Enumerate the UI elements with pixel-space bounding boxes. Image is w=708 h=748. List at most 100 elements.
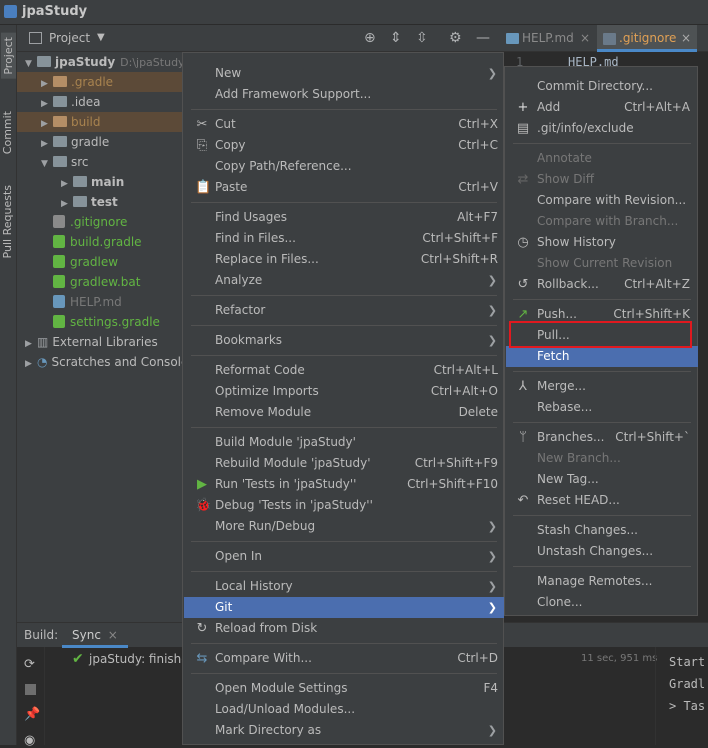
menu-item-open-in[interactable]: Open In ❯: [184, 546, 504, 567]
menu-item-load-unload-modules[interactable]: Load/Unload Modules...: [184, 699, 504, 720]
chevron-right-icon[interactable]: ▶: [41, 74, 53, 94]
menu-item-open-module-settings[interactable]: Open Module Settings F4: [184, 678, 504, 699]
project-tool-button[interactable]: Project: [1, 33, 16, 79]
menu-item-local-history[interactable]: Local History ❯: [184, 576, 504, 597]
menu-item-cut[interactable]: ✂ Cut Ctrl+X: [184, 114, 504, 135]
menu-item-more-run-debug[interactable]: More Run/Debug ❯: [184, 516, 504, 537]
tree-item[interactable]: gradlew.bat: [17, 272, 182, 292]
chevron-right-icon[interactable]: ▶: [41, 134, 53, 154]
menu-item-build-module-jpastudy[interactable]: Build Module 'jpaStudy': [184, 432, 504, 453]
git-menu-item-git-info-exclude[interactable]: ▤ .git/info/exclude: [506, 118, 698, 139]
menu-item-mark-directory-as[interactable]: Mark Directory as ❯: [184, 720, 504, 741]
git-menu-item-new-branch[interactable]: New Branch...: [506, 448, 698, 469]
git-menu-item-merge[interactable]: ⅄ Merge...: [506, 376, 698, 397]
chevron-right-icon[interactable]: ▶: [61, 174, 73, 194]
git-menu-item-rollback[interactable]: ↺ Rollback... Ctrl+Alt+Z: [506, 274, 698, 295]
menu-item-find-in-files[interactable]: Find in Files... Ctrl+Shift+F: [184, 228, 504, 249]
menu-item-bookmarks[interactable]: Bookmarks ❯: [184, 330, 504, 351]
menu-item-optimize-imports[interactable]: Optimize Imports Ctrl+Alt+O: [184, 381, 504, 402]
tree-item[interactable]: ▼ jpaStudy D:\jpaStudy: [17, 52, 185, 74]
menu-item-analyze[interactable]: Analyze ❯: [184, 270, 504, 291]
menu-item-refactor[interactable]: Refactor ❯: [184, 300, 504, 321]
menu-item-paste[interactable]: 📋 Paste Ctrl+V: [184, 177, 504, 198]
close-icon[interactable]: ×: [580, 25, 590, 52]
git-menu-item-manage-remotes[interactable]: Manage Remotes...: [506, 571, 698, 592]
build-console[interactable]: Start Gradl > Tas: [669, 651, 705, 717]
git-menu-item-new-tag[interactable]: New Tag...: [506, 469, 698, 490]
menu-item-git[interactable]: Git ❯: [184, 597, 504, 618]
menu-item-reformat-code[interactable]: Reformat Code Ctrl+Alt+L: [184, 360, 504, 381]
expand-all-icon[interactable]: ⇕: [390, 30, 402, 46]
git-menu-item-add[interactable]: + Add Ctrl+Alt+A: [506, 97, 698, 118]
menu-item-run-tests-in-jpastudy[interactable]: ▶ Run 'Tests in 'jpaStudy'' Ctrl+Shift+F10: [184, 474, 504, 495]
menu-item-find-usages[interactable]: Find Usages Alt+F7: [184, 207, 504, 228]
menu-item-rebuild-module-jpastudy[interactable]: Rebuild Module 'jpaStudy' Ctrl+Shift+F9: [184, 453, 504, 474]
chevron-right-icon[interactable]: ▶: [41, 114, 53, 134]
tab-sync[interactable]: Sync ×: [62, 623, 128, 648]
chevron-down-icon[interactable]: ▼: [97, 32, 105, 43]
tree-item[interactable]: HELP.md: [17, 292, 182, 312]
git-menu-item-compare-with-branch[interactable]: Compare with Branch...: [506, 211, 698, 232]
tree-item[interactable]: .gitignore: [17, 212, 182, 232]
pin-icon[interactable]: 📌: [24, 707, 40, 722]
chevron-right-icon[interactable]: ▶: [25, 334, 37, 354]
git-menu-item-show-history[interactable]: ◷ Show History: [506, 232, 698, 253]
chevron-right-icon[interactable]: ▶: [25, 354, 37, 374]
close-icon[interactable]: ×: [681, 25, 691, 52]
tree-item[interactable]: ▼ src: [17, 152, 182, 172]
locate-icon[interactable]: ⊕: [364, 30, 376, 46]
git-menu-item-unstash-changes[interactable]: Unstash Changes...: [506, 541, 698, 562]
collapse-all-icon[interactable]: ⇳: [416, 30, 428, 46]
git-menu-item-annotate[interactable]: Annotate: [506, 148, 698, 169]
build-status[interactable]: jpaStudy: finishe: [89, 652, 189, 666]
menu-item-remove-module[interactable]: Remove Module Delete: [184, 402, 504, 423]
chevron-right-icon[interactable]: ▶: [61, 194, 73, 214]
git-menu-item-fetch[interactable]: Fetch: [506, 346, 698, 367]
gear-icon[interactable]: ⚙: [449, 30, 462, 46]
git-menu-item-stash-changes[interactable]: Stash Changes...: [506, 520, 698, 541]
tree-item[interactable]: ▶ ◔ Scratches and Consoles: [17, 352, 195, 374]
eye-icon[interactable]: ◉: [24, 733, 35, 748]
tree-item[interactable]: ▶ gradle: [17, 132, 182, 152]
menu-item-debug-tests-in-jpastudy[interactable]: 🐞 Debug 'Tests in 'jpaStudy'': [184, 495, 504, 516]
close-icon[interactable]: ×: [108, 628, 118, 642]
menu-item-copy-path-reference[interactable]: Copy Path/Reference...: [184, 156, 504, 177]
stop-icon[interactable]: [25, 684, 36, 695]
menu-item-replace-in-files[interactable]: Replace in Files... Ctrl+Shift+R: [184, 249, 504, 270]
tree-item[interactable]: build.gradle: [17, 232, 182, 252]
tree-item[interactable]: settings.gradle: [17, 312, 182, 332]
tree-item[interactable]: gradlew: [17, 252, 182, 272]
commit-tool-button[interactable]: Commit: [1, 111, 14, 154]
git-menu-item-reset-head[interactable]: ↶ Reset HEAD...: [506, 490, 698, 511]
chevron-right-icon[interactable]: ▶: [41, 94, 53, 114]
tree-item[interactable]: ▶ ▥ External Libraries: [17, 332, 182, 352]
tab-help-md[interactable]: HELP.md ×: [500, 25, 597, 52]
chevron-down-icon[interactable]: ▼: [41, 154, 53, 174]
pull-requests-tool-button[interactable]: Pull Requests: [1, 185, 14, 258]
menu-item-add-framework-support[interactable]: Add Framework Support...: [184, 84, 504, 105]
menu-item-label: Build Module 'jpaStudy': [215, 435, 356, 449]
menu-item-label: Commit Directory...: [537, 79, 653, 93]
git-menu-item-show-current-revision[interactable]: Show Current Revision: [506, 253, 698, 274]
menu-item-new[interactable]: New ❯: [184, 63, 504, 84]
menu-item-compare-with[interactable]: ⇆ Compare With... Ctrl+D: [184, 648, 504, 669]
tree-item[interactable]: ▶ .idea: [17, 92, 182, 112]
tree-item[interactable]: ▶ main: [17, 172, 182, 192]
git-menu-item-rebase[interactable]: Rebase...: [506, 397, 698, 418]
git-menu-item-branches[interactable]: ᛘ Branches... Ctrl+Shift+`: [506, 427, 698, 448]
git-menu-item-show-diff[interactable]: ⇄ Show Diff: [506, 169, 698, 190]
folder-icon: [73, 196, 87, 207]
hide-icon[interactable]: —: [476, 30, 490, 46]
menu-item-copy[interactable]: ⎘ Copy Ctrl+C: [184, 135, 504, 156]
sync-icon[interactable]: ⟳: [24, 657, 35, 672]
tab-gitignore[interactable]: .gitignore ×: [597, 25, 697, 52]
git-menu-item-commit-directory[interactable]: Commit Directory...: [506, 76, 698, 97]
project-view-selector[interactable]: Project: [49, 31, 90, 45]
chevron-down-icon[interactable]: ▼: [25, 54, 37, 74]
git-menu-item-clone[interactable]: Clone...: [506, 592, 698, 613]
menu-item-reload-from-disk[interactable]: ↻ Reload from Disk: [184, 618, 504, 639]
git-menu-item-compare-with-revision[interactable]: Compare with Revision...: [506, 190, 698, 211]
tree-item[interactable]: ▶ build: [17, 112, 182, 132]
tree-item[interactable]: ▶ .gradle: [17, 72, 182, 92]
tree-item[interactable]: ▶ test: [17, 192, 182, 212]
